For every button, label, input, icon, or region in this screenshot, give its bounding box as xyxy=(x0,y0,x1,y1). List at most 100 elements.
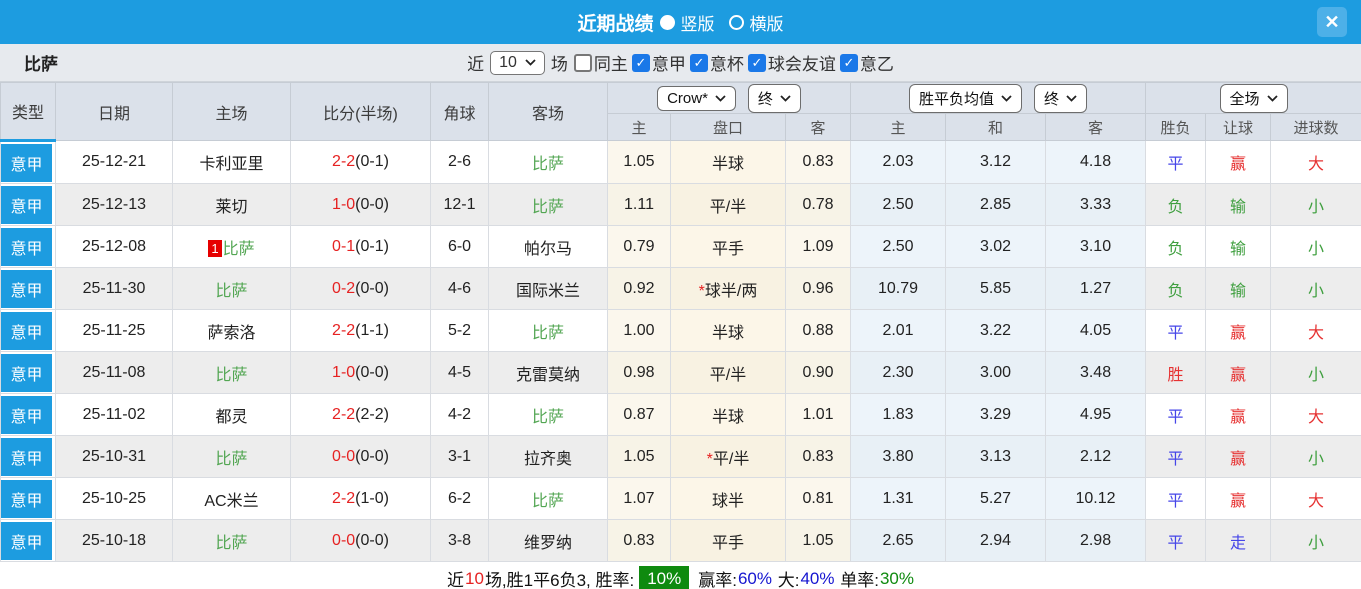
corner-score: 2-6 xyxy=(430,140,489,184)
odds-time-select[interactable]: 终 xyxy=(747,83,801,113)
checkbox-label: 同主 xyxy=(593,55,628,74)
match-row[interactable]: 意甲 25-11-08 比萨 1-0(0-0) 4-5 克雷莫纳 0.98 平/… xyxy=(0,351,1361,394)
chevron-down-icon xyxy=(1266,94,1278,102)
score-cell: 2-2(1-1) xyxy=(290,309,431,352)
scope-select[interactable]: 全场 xyxy=(1219,83,1288,113)
home-team: 都灵 xyxy=(172,393,291,436)
result-scope-group: 全场 xyxy=(1145,82,1361,114)
score-cell: 0-0(0-0) xyxy=(290,435,431,478)
handicap-cell: 平手 xyxy=(670,225,786,268)
result-goals: 小 xyxy=(1270,519,1361,562)
col-header-home: 主场 xyxy=(172,82,291,141)
match-row[interactable]: 意甲 25-10-25 AC米兰 2-2(1-0) 6-2 比萨 1.07 球半… xyxy=(0,477,1361,520)
corner-score: 5-2 xyxy=(430,309,489,352)
handicap-cell: 半球 xyxy=(670,309,786,352)
header-group-row: 类型 日期 主场 比分(半场) 角球 客场 Crow* 终 胜平负均值 终 全场 xyxy=(0,82,1361,142)
odds-home: 0.79 xyxy=(607,225,671,268)
result-handicap: 赢 xyxy=(1205,351,1272,394)
score-cell: 1-0(0-0) xyxy=(290,183,431,226)
avg-source-select[interactable]: 胜平负均值 xyxy=(909,83,1023,113)
avg-odds-away: 1.27 xyxy=(1045,267,1147,310)
layout-radio-竖版[interactable]: 竖版 xyxy=(659,10,715,35)
league-filter-意甲[interactable]: ✓ 意甲 xyxy=(631,50,686,75)
score-cell: 0-0(0-0) xyxy=(290,519,431,562)
match-row[interactable]: 意甲 25-12-08 1 比萨 0-1(0-1) 6-0 帕尔马 0.79 平手… xyxy=(0,225,1361,268)
corner-score: 3-8 xyxy=(430,519,489,562)
league-filter-意乙[interactable]: ✓ 意乙 xyxy=(839,50,894,75)
home-team: 卡利亚里 xyxy=(172,140,291,184)
match-row[interactable]: 意甲 25-11-02 都灵 2-2(2-2) 4-2 比萨 0.87 半球 1… xyxy=(0,393,1361,436)
home-team: 萨索洛 xyxy=(172,309,291,352)
avg-odds-draw: 3.22 xyxy=(945,309,1047,352)
avg-odds-draw: 3.12 xyxy=(945,140,1047,184)
handicap-cell: 半球 xyxy=(670,140,786,184)
league-type-cell: 意甲 xyxy=(0,309,56,352)
match-row[interactable]: 意甲 25-10-18 比萨 0-0(0-0) 3-8 维罗纳 0.83 平手 … xyxy=(0,519,1361,562)
subcol-avg-home: 主 xyxy=(850,113,947,141)
home-team: 比萨 xyxy=(172,519,291,562)
match-date: 25-11-30 xyxy=(55,267,173,310)
league-filter-同主[interactable]: 同主 xyxy=(573,50,628,75)
home-team: AC米兰 xyxy=(172,477,291,520)
avg-odds-home: 10.79 xyxy=(850,267,947,310)
close-icon: ✕ xyxy=(1324,11,1340,32)
summary-footer: 近 10 场,胜1平6负3, 胜率: 10% 赢率: 60% 大: 40% 单率: 30% xyxy=(0,562,1361,589)
layout-radio-横版[interactable]: 横版 xyxy=(728,10,784,35)
popup-title: 近期战绩 xyxy=(577,13,654,35)
odds-source-select[interactable]: Crow* xyxy=(657,85,736,111)
col-header-date: 日期 xyxy=(55,82,173,141)
result-goals: 大 xyxy=(1270,309,1361,352)
result-handicap: 输 xyxy=(1205,267,1272,310)
league-filter-球会友谊[interactable]: ✓ 球会友谊 xyxy=(747,50,836,75)
avg-odds-away: 3.33 xyxy=(1045,183,1147,226)
avg-odds-home: 2.01 xyxy=(850,309,947,352)
summary-segment: 场,胜1平6负3, 胜率: xyxy=(484,571,635,589)
match-row[interactable]: 意甲 25-12-13 莱切 1-0(0-0) 12-1 比萨 1.11 平/半… xyxy=(0,183,1361,226)
avg-time-value: 终 xyxy=(1044,90,1060,108)
score-cell: 0-1(0-1) xyxy=(290,225,431,268)
close-button[interactable]: ✕ xyxy=(1317,7,1347,37)
league-filter-意杯[interactable]: ✓ 意杯 xyxy=(689,50,744,75)
avg-odds-draw: 5.27 xyxy=(945,477,1047,520)
match-row[interactable]: 意甲 25-11-30 比萨 0-2(0-0) 4-6 国际米兰 0.92 *球… xyxy=(0,267,1361,310)
result-goals: 大 xyxy=(1270,140,1361,184)
subcol-avg-away: 客 xyxy=(1045,113,1147,141)
radio-selected-icon xyxy=(659,14,675,30)
corner-score: 6-0 xyxy=(430,225,489,268)
avg-odds-home: 2.30 xyxy=(850,351,947,394)
odds-home: 1.11 xyxy=(607,183,671,226)
match-date: 25-11-08 xyxy=(55,351,173,394)
odds-home: 0.98 xyxy=(607,351,671,394)
away-team: 拉齐奥 xyxy=(488,435,608,478)
match-date: 25-10-18 xyxy=(55,519,173,562)
away-team: 帕尔马 xyxy=(488,225,608,268)
home-team: 1 比萨 xyxy=(172,225,291,268)
result-wdl: 平 xyxy=(1145,477,1207,520)
match-count-select[interactable]: 10 xyxy=(490,50,545,75)
filterbar: 比萨 近 10 场 同主 ✓ 意甲 ✓ 意杯 ✓ 球会友谊 ✓ 意乙 xyxy=(0,44,1361,82)
avg-odds-draw: 3.13 xyxy=(945,435,1047,478)
odds-home: 1.07 xyxy=(607,477,671,520)
summary-segment: 赢率: xyxy=(698,571,737,589)
result-wdl: 平 xyxy=(1145,435,1207,478)
odds-home: 1.05 xyxy=(607,435,671,478)
match-row[interactable]: 意甲 25-12-21 卡利亚里 2-2(0-1) 2-6 比萨 1.05 半球… xyxy=(0,140,1361,184)
checkbox-checked-icon: ✓ xyxy=(631,53,650,72)
odds-away: 0.90 xyxy=(784,351,852,394)
avg-odds-home: 1.31 xyxy=(850,477,947,520)
match-row[interactable]: 意甲 25-10-31 比萨 0-0(0-0) 3-1 拉齐奥 1.05 *平/… xyxy=(0,435,1361,478)
result-handicap: 赢 xyxy=(1205,477,1272,520)
avg-odds-draw: 3.00 xyxy=(945,351,1047,394)
odds-away: 0.96 xyxy=(784,267,852,310)
avg-odds-away: 10.12 xyxy=(1045,477,1147,520)
col-header-away: 客场 xyxy=(488,82,608,141)
odds-away: 0.78 xyxy=(784,183,852,226)
avg-odds-away: 3.48 xyxy=(1045,351,1147,394)
league-type-cell: 意甲 xyxy=(0,393,56,436)
avg-odds-away: 4.05 xyxy=(1045,309,1147,352)
avg-time-select[interactable]: 终 xyxy=(1034,83,1088,113)
match-row[interactable]: 意甲 25-11-25 萨索洛 2-2(1-1) 5-2 比萨 1.00 半球 … xyxy=(0,309,1361,352)
league-type-cell: 意甲 xyxy=(0,225,56,268)
scope-value: 全场 xyxy=(1229,90,1260,108)
match-date: 25-10-25 xyxy=(55,477,173,520)
